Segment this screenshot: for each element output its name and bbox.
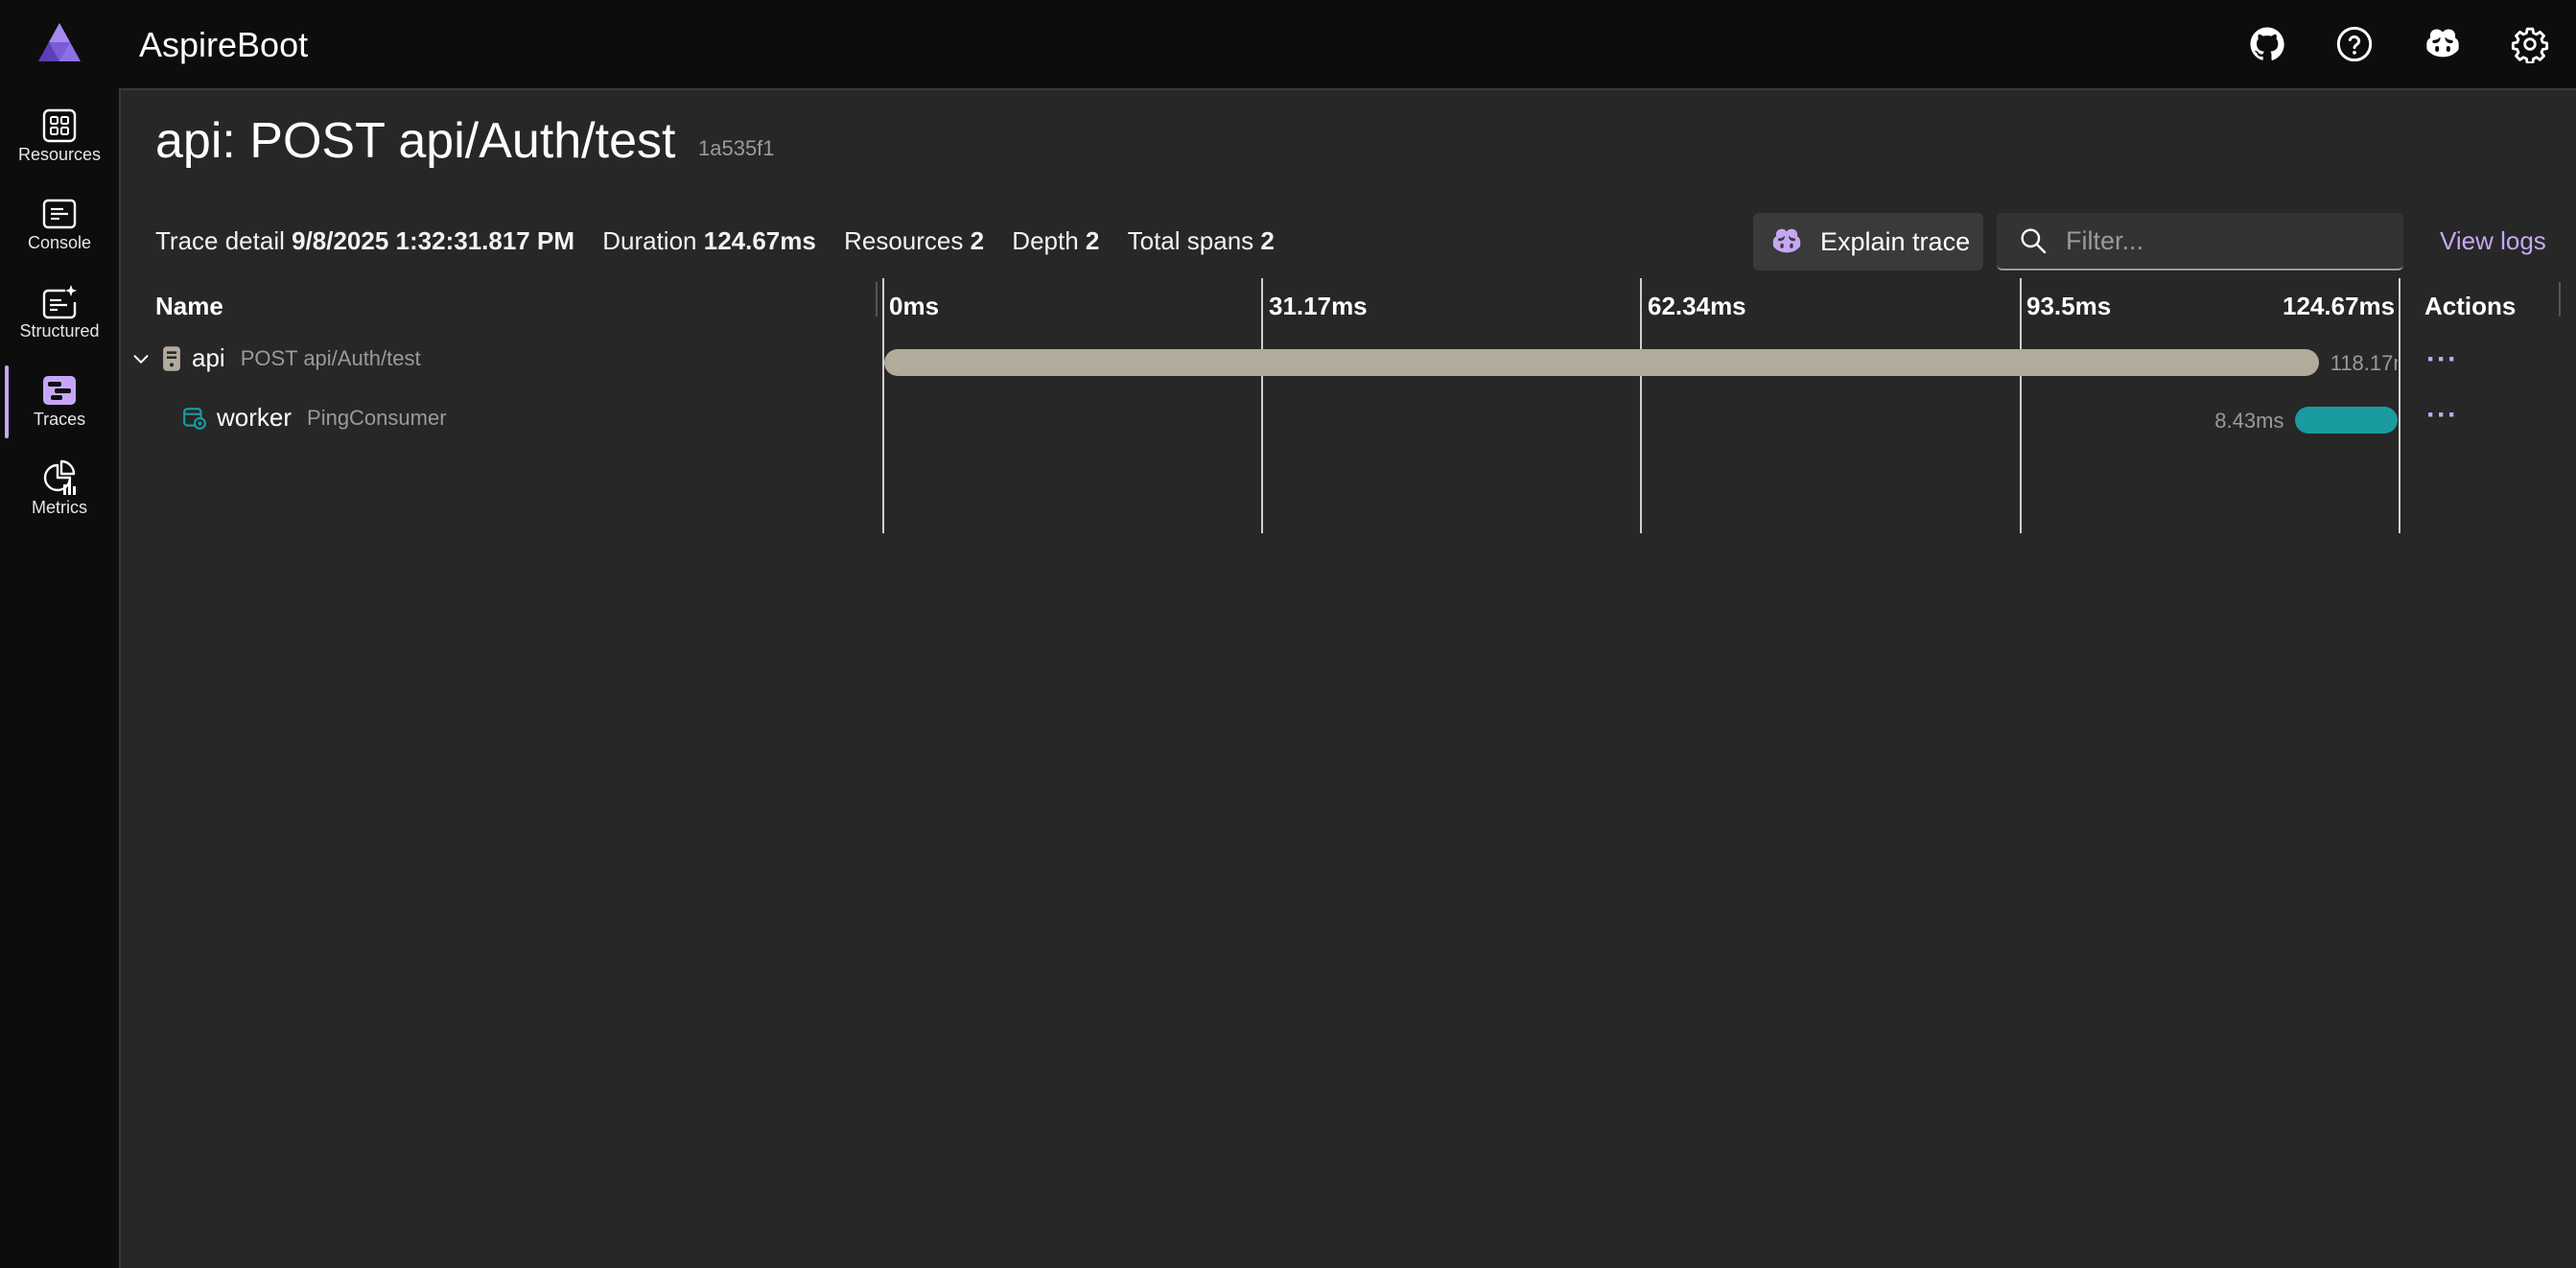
search-icon	[2021, 228, 2047, 254]
server-icon	[163, 345, 180, 371]
trace-summary: Trace detail 9/8/2025 1:32:31.817 PM Dur…	[155, 226, 1275, 256]
span-actions-button[interactable]: ···	[2426, 401, 2458, 430]
traces-icon	[43, 376, 76, 405]
help-button[interactable]	[2330, 19, 2379, 69]
tick-4: 124.67ms	[2283, 292, 2396, 320]
explain-trace-label: Explain trace	[1820, 226, 1971, 256]
span-duration-label: 118.17ms	[2330, 351, 2398, 375]
span-actions-button[interactable]: ···	[2426, 345, 2458, 374]
column-divider[interactable]	[876, 282, 878, 317]
app-title[interactable]: AspireBoot	[139, 23, 308, 67]
tick-3: 93.5ms	[2026, 292, 2112, 320]
structured-icon	[42, 285, 77, 319]
github-button[interactable]	[2242, 19, 2292, 69]
name-column-header[interactable]: Name	[155, 292, 223, 321]
sidebar-item-traces[interactable]: Traces	[0, 360, 119, 442]
aspire-logo-icon[interactable]	[36, 21, 82, 63]
duration-label: Duration	[602, 226, 697, 255]
resources-label: Resources	[844, 226, 964, 255]
copilot-icon	[1772, 228, 1801, 253]
tick-1: 31.17ms	[1269, 292, 1368, 320]
page-title: api: POST api/Auth/test	[155, 113, 676, 169]
settings-button[interactable]	[2505, 19, 2555, 69]
total-spans-value: 2	[1260, 226, 1275, 255]
filter-input[interactable]	[2064, 224, 2394, 257]
worker-icon	[183, 407, 206, 430]
trace-detail-label: Trace detail	[155, 226, 285, 255]
sidebar-item-console[interactable]: Console	[0, 183, 119, 266]
tick-0: 0ms	[889, 292, 940, 320]
span-name: POST api/Auth/test	[240, 345, 421, 370]
settings-icon	[2511, 27, 2549, 63]
main-panel: api: POST api/Auth/test 1a535f1 Trace de…	[119, 88, 2576, 1268]
sidebar-item-structured[interactable]: Structured	[0, 271, 119, 354]
copilot-button[interactable]	[2418, 19, 2468, 69]
sidebar-item-label: Traces	[33, 410, 86, 429]
tick-2: 62.34ms	[1648, 292, 1746, 320]
span-row-worker[interactable]: worker PingConsumer	[182, 403, 447, 433]
sidebar-item-label: Resources	[17, 145, 102, 164]
resources-value: 2	[970, 226, 985, 255]
timeline-gridline	[2020, 278, 2022, 533]
filter-field[interactable]	[1997, 213, 2403, 270]
explain-trace-button[interactable]: Explain trace	[1753, 213, 1983, 270]
span-bar-api[interactable]	[884, 349, 2319, 376]
timeline-gridline	[1261, 278, 1263, 533]
duration-value: 124.67ms	[703, 226, 816, 255]
sidebar-item-resources[interactable]: Resources	[0, 95, 119, 177]
copilot-icon	[2426, 29, 2459, 58]
github-icon	[2250, 27, 2284, 60]
help-icon	[2336, 26, 2373, 62]
span-row-api[interactable]: api POST api/Auth/test	[130, 343, 421, 373]
span-name: PingConsumer	[307, 405, 447, 430]
chevron-down-icon[interactable]	[130, 348, 152, 369]
view-logs-link[interactable]: View logs	[2440, 226, 2546, 256]
span-resource: worker	[217, 403, 293, 432]
top-header: AspireBoot	[0, 0, 2576, 89]
timeline-gridline	[1640, 278, 1642, 533]
column-divider[interactable]	[2559, 282, 2561, 317]
total-spans-label: Total spans	[1127, 226, 1254, 255]
span-resource: api	[192, 343, 225, 372]
sidebar-item-label: Structured	[19, 321, 100, 340]
trace-id-badge[interactable]: 1a535f1	[698, 136, 775, 161]
sidebar-item-label: Console	[27, 233, 92, 252]
trace-detail-value: 9/8/2025 1:32:31.817 PM	[292, 226, 574, 255]
span-bar-worker[interactable]	[2295, 407, 2398, 434]
sidebar-item-label: Metrics	[32, 498, 87, 517]
sidebar-item-metrics[interactable]: Metrics	[0, 448, 119, 530]
timeline-gridline	[882, 278, 884, 533]
span-duration-label: 8.43ms	[2214, 409, 2284, 433]
metrics-icon	[43, 459, 76, 495]
console-icon	[42, 199, 77, 229]
resources-icon	[42, 108, 77, 143]
actions-column-header: Actions	[2424, 292, 2517, 320]
depth-label: Depth	[1012, 226, 1079, 255]
sidebar-nav: Resources Console Structured Traces Metr…	[0, 89, 119, 1266]
depth-value: 2	[1085, 226, 1100, 255]
timeline-gridline	[2399, 278, 2400, 533]
